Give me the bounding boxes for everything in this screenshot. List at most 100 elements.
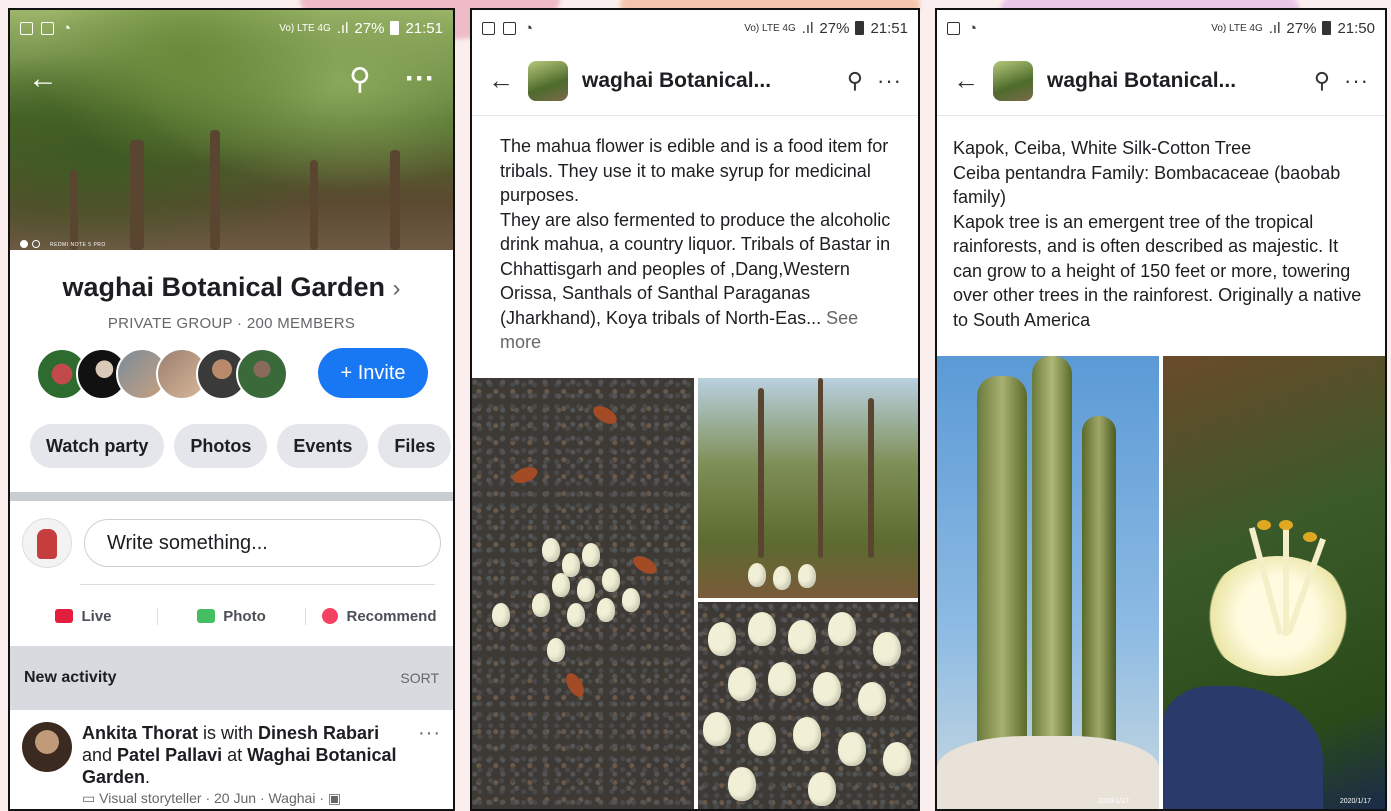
gallery-icon: [482, 21, 495, 35]
post-photo-kapok-flower[interactable]: 2020/1/17: [1163, 356, 1385, 809]
avatar[interactable]: [236, 348, 288, 400]
back-arrow-icon[interactable]: ←: [953, 65, 979, 96]
sort-button[interactable]: SORT: [400, 670, 439, 686]
post-connector: at: [222, 745, 248, 765]
app-header: ← waghai Botanical... ⚲ ···: [472, 46, 918, 116]
tagged-user-link[interactable]: Patel Pallavi: [117, 745, 222, 765]
status-bar: ◔ Vo) LTE 4G .ıl 27% 21:51: [472, 10, 918, 46]
live-label: Live: [81, 607, 112, 625]
storyteller-icon: ▭: [82, 790, 96, 806]
tab-watch-party[interactable]: Watch party: [30, 424, 165, 468]
gallery-icon: [20, 21, 33, 35]
search-icon[interactable]: ⚲: [349, 62, 371, 97]
camera-watermark: REDMI NOTE 5 PRO: [50, 242, 106, 248]
group-title[interactable]: waghai Botanical Garden ›: [10, 272, 453, 303]
photo-button[interactable]: Photo: [157, 607, 305, 625]
post-connector: is with: [198, 723, 259, 743]
recommend-button[interactable]: Recommend: [305, 607, 453, 625]
composer-actions: Live Photo Recommend: [10, 596, 453, 636]
recommend-label: Recommend: [346, 607, 437, 625]
post-text: Kapok, Ceiba, White Silk-Cotton Tree Cei…: [953, 138, 1362, 330]
phone-screen-post-kapok: ◔ Vo) LTE 4G .ıl 27% 21:50 ← waghai Bota…: [935, 8, 1387, 811]
more-options-icon[interactable]: ···: [1344, 68, 1369, 94]
post-photo-kapok-trunk[interactable]: 2020/1/17: [937, 356, 1159, 809]
photo-label: Photo: [223, 607, 266, 625]
checkbox-icon: [947, 21, 960, 35]
header-title[interactable]: waghai Botanical...: [582, 69, 833, 93]
member-avatars[interactable]: [36, 348, 288, 400]
post-photo-flowers-closeup[interactable]: [698, 602, 918, 809]
search-icon[interactable]: ⚲: [847, 68, 863, 94]
post-photo-gravel-flowers[interactable]: [472, 378, 694, 809]
album-icon: ▣: [327, 790, 342, 806]
header-title[interactable]: waghai Botanical...: [1047, 69, 1300, 93]
tab-files[interactable]: Files: [378, 424, 452, 468]
clock: 21:51: [870, 19, 908, 37]
more-options-icon[interactable]: ···: [418, 722, 441, 807]
battery-icon: [855, 21, 865, 35]
battery-icon: [390, 21, 400, 35]
post-connector: and: [82, 745, 118, 765]
activity-header: New activity SORT: [10, 646, 453, 710]
cover-photo[interactable]: ◔ Vo) LTE 4G .ıl 27% 21:51 ← ⚲ ··· REDMI…: [10, 10, 453, 250]
avatar[interactable]: [22, 518, 72, 568]
battery-percent: 27%: [354, 19, 385, 37]
post-header: Ankita Thorat is with Dinesh Rabari and …: [82, 722, 408, 788]
wifi-icon: ◔: [62, 19, 72, 37]
status-bar: ◔ Vo) LTE 4G .ıl 27% 21:50: [937, 10, 1385, 46]
photo-icon: [197, 609, 216, 623]
group-subtitle: PRIVATE GROUP · 200 MEMBERS: [107, 315, 356, 332]
carousel-dots: [20, 240, 40, 248]
signal-icon: .ıl: [336, 19, 349, 37]
checkbox-icon: [41, 21, 54, 35]
signal-label: Vo) LTE 4G: [744, 22, 796, 34]
more-options-icon[interactable]: ···: [877, 68, 902, 94]
photo-timestamp: 2020/1/17: [1339, 798, 1371, 805]
post-body: The mahua flower is edible and is a food…: [472, 116, 918, 355]
battery-percent: 27%: [819, 19, 850, 37]
video-camera-icon: [55, 609, 74, 623]
post-meta: ▭ Visual storyteller · 20 Jun · Waghai ·…: [82, 790, 408, 807]
app-header: ← waghai Botanical... ⚲ ···: [937, 46, 1385, 116]
signal-icon: .ıl: [1268, 19, 1281, 37]
signal-label: Vo) LTE 4G: [279, 22, 331, 34]
battery-icon: [1322, 21, 1332, 35]
tab-photos[interactable]: Photos: [174, 424, 268, 468]
photo-timestamp: 2020/1/17: [1097, 798, 1129, 805]
tagged-user-link[interactable]: Dinesh Rabari: [258, 723, 379, 743]
phone-screen-group: ◔ Vo) LTE 4G .ıl 27% 21:51 ← ⚲ ··· REDMI…: [8, 8, 455, 811]
post-connector: .: [145, 767, 151, 787]
group-thumbnail[interactable]: [528, 60, 568, 101]
avatar[interactable]: [22, 722, 72, 772]
post-meta-text: Visual storyteller · 20 Jun · Waghai ·: [99, 790, 324, 806]
feed-post: Ankita Thorat is with Dinesh Rabari and …: [22, 722, 441, 807]
invite-button[interactable]: + Invite: [318, 348, 428, 398]
signal-icon: .ıl: [801, 19, 814, 37]
more-options-icon[interactable]: ···: [405, 62, 435, 97]
signal-label: Vo) LTE 4G: [1211, 22, 1263, 34]
divider: [80, 584, 435, 585]
live-button[interactable]: Live: [10, 608, 157, 625]
back-arrow-icon[interactable]: ←: [488, 65, 514, 96]
chevron-right-icon: ›: [392, 275, 401, 302]
divider: [10, 492, 453, 501]
activity-title: New activity: [24, 669, 117, 686]
tab-events[interactable]: Events: [277, 424, 369, 468]
clock: 21:51: [405, 19, 443, 37]
post-photo-forest[interactable]: [698, 378, 918, 598]
wifi-icon: ◔: [524, 19, 534, 37]
group-tabs: Watch party Photos Events Files: [30, 424, 452, 468]
battery-percent: 27%: [1286, 19, 1317, 37]
post-text: The mahua flower is edible and is a food…: [500, 136, 891, 328]
group-name: waghai Botanical Garden: [62, 272, 386, 302]
group-thumbnail[interactable]: [993, 60, 1033, 101]
wifi-icon: ◔: [968, 19, 978, 37]
search-icon[interactable]: ⚲: [1314, 68, 1330, 94]
checkbox-icon: [503, 21, 516, 35]
author-link[interactable]: Ankita Thorat: [82, 723, 198, 743]
phone-screen-post-mahua: ◔ Vo) LTE 4G .ıl 27% 21:51 ← waghai Bota…: [470, 8, 920, 811]
post-composer: Write something...: [22, 518, 441, 568]
clock: 21:50: [1337, 19, 1375, 37]
write-something-input[interactable]: Write something...: [84, 519, 441, 567]
back-arrow-icon[interactable]: ←: [28, 62, 58, 97]
